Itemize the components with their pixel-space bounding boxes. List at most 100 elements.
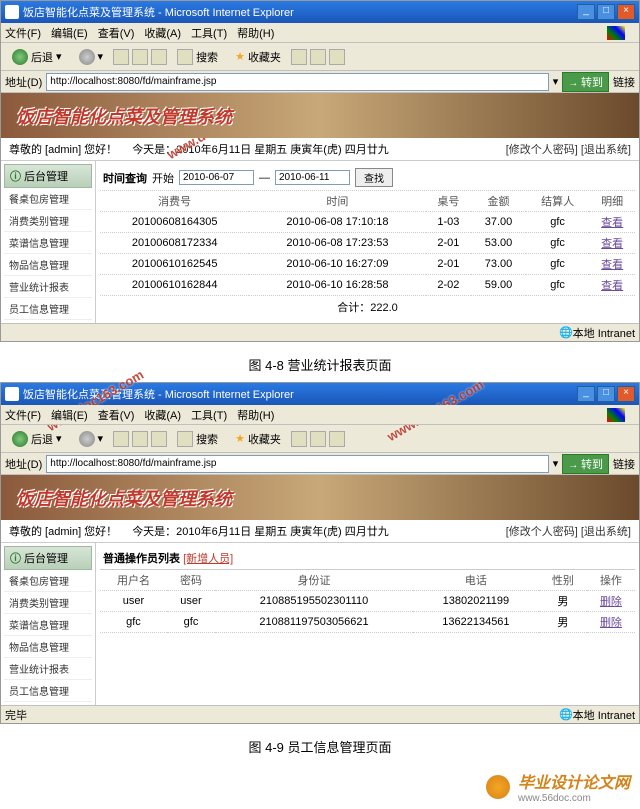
col-table: 桌号 <box>426 191 472 212</box>
date-to-input[interactable] <box>275 170 350 185</box>
search-button[interactable]: 搜索 <box>170 428 225 450</box>
sidebar-item-staff[interactable]: 员工信息管理 <box>4 298 92 320</box>
maximize-button[interactable]: □ <box>597 4 615 20</box>
date-info: 今天是：2010年6月11日 星期五 庚寅年(虎) 四月廿九 <box>117 141 506 157</box>
sidebar-item-goods[interactable]: 物品信息管理 <box>4 636 92 658</box>
forward-icon <box>79 49 95 65</box>
home-icon[interactable] <box>151 49 167 65</box>
menu-view[interactable]: 查看(V) <box>98 25 135 41</box>
sidebar-item-staff[interactable]: 员工信息管理 <box>4 680 92 702</box>
links-label[interactable]: 链接 <box>613 456 635 472</box>
menu-help[interactable]: 帮助(H) <box>237 407 274 423</box>
minimize-button[interactable]: _ <box>577 386 595 402</box>
address-bar: 地址(D) ▾ → 转到 链接 <box>1 71 639 93</box>
banner: 饭店智能化点菜及管理系统 <box>1 93 639 138</box>
sidebar-head: 后台管理 <box>4 164 92 188</box>
col-op: 操作 <box>587 570 635 591</box>
forward-button[interactable]: ▾ <box>72 428 111 450</box>
table-row: useruser21088519550230111013802021199男删除 <box>100 591 635 612</box>
ie-icon <box>5 5 19 19</box>
forward-button[interactable]: ▾ <box>72 46 111 68</box>
sidebar-item-menu[interactable]: 菜谱信息管理 <box>4 614 92 636</box>
detail-link[interactable]: 查看 <box>601 238 623 250</box>
favorites-button[interactable]: ★收藏夹 <box>228 46 288 68</box>
menu-tools[interactable]: 工具(T) <box>191 407 227 423</box>
go-button[interactable]: → 转到 <box>562 454 609 474</box>
table-row: 201006101625452010-06-10 16:27:092-0173.… <box>100 254 635 275</box>
titlebar: 饭店智能化点菜及管理系统 - Microsoft Internet Explor… <box>1 383 639 405</box>
maximize-button[interactable]: □ <box>597 386 615 402</box>
menu-help[interactable]: 帮助(H) <box>237 25 274 41</box>
table-row: 201006081643052010-06-08 17:10:181-0337.… <box>100 212 635 233</box>
close-button[interactable]: × <box>617 4 635 20</box>
history-icon[interactable] <box>291 431 307 447</box>
menubar: 文件(F) 编辑(E) 查看(V) 收藏(A) 工具(T) 帮助(H) <box>1 405 639 425</box>
print-icon[interactable] <box>329 431 345 447</box>
logout-link[interactable]: [退出系统] <box>581 526 631 538</box>
menu-view[interactable]: 查看(V) <box>98 407 135 423</box>
detail-link[interactable]: 查看 <box>601 259 623 271</box>
back-button[interactable]: 后退 ▾ <box>5 428 69 450</box>
minimize-button[interactable]: _ <box>577 4 595 20</box>
menu-file[interactable]: 文件(F) <box>5 407 41 423</box>
sidebar-item-report[interactable]: 营业统计报表 <box>4 658 92 680</box>
content-area: 后台管理 餐桌包房管理 消费类别管理 菜谱信息管理 物品信息管理 营业统计报表 … <box>1 543 639 705</box>
stop-icon[interactable] <box>113 49 129 65</box>
footer-logo-icon <box>486 775 510 799</box>
address-input[interactable] <box>46 455 548 473</box>
close-button[interactable]: × <box>617 386 635 402</box>
refresh-icon[interactable] <box>132 49 148 65</box>
table-row: gfcgfc21088119750305662113622134561男删除 <box>100 612 635 633</box>
screenshot-1: www.doc163.com 饭店智能化点菜及管理系统 - Microsoft … <box>0 0 640 342</box>
mail-icon[interactable] <box>310 431 326 447</box>
history-icon[interactable] <box>291 49 307 65</box>
status-bar: 完毕 🌐 本地 Intranet <box>1 705 639 723</box>
menu-file[interactable]: 文件(F) <box>5 25 41 41</box>
col-user: 用户名 <box>100 570 167 591</box>
sidebar-item-report[interactable]: 营业统计报表 <box>4 276 92 298</box>
stop-icon[interactable] <box>113 431 129 447</box>
favorites-button[interactable]: ★收藏夹 <box>228 428 288 450</box>
sidebar-item-goods[interactable]: 物品信息管理 <box>4 254 92 276</box>
links-label[interactable]: 链接 <box>613 74 635 90</box>
home-icon[interactable] <box>151 431 167 447</box>
logout-link[interactable]: [退出系统] <box>581 144 631 156</box>
toolbar: 后退 ▾ ▾ 搜索 ★收藏夹 <box>1 43 639 71</box>
add-staff-link[interactable]: [新增人员] <box>183 553 233 565</box>
detail-link[interactable]: 查看 <box>601 217 623 229</box>
dropdown-icon[interactable]: ▾ <box>553 457 559 470</box>
go-button[interactable]: → 转到 <box>562 72 609 92</box>
toolbar: 后退 ▾ ▾ 搜索 ★收藏夹 <box>1 425 639 453</box>
zone-icon: 🌐 <box>559 708 573 721</box>
delete-link[interactable]: 删除 <box>600 596 622 608</box>
search-button[interactable]: 搜索 <box>170 46 225 68</box>
back-button[interactable]: 后退 ▾ <box>5 46 69 68</box>
menu-favorites[interactable]: 收藏(A) <box>144 407 181 423</box>
refresh-icon[interactable] <box>132 431 148 447</box>
address-input[interactable] <box>46 73 548 91</box>
start-label: 开始 <box>152 170 174 186</box>
mail-icon[interactable] <box>310 49 326 65</box>
change-pwd-link[interactable]: [修改个人密码] <box>506 526 578 538</box>
address-bar: 地址(D) ▾ → 转到 链接 <box>1 453 639 475</box>
caption-2: 图 4-9 员工信息管理页面 <box>0 729 640 764</box>
sidebar-item-tables[interactable]: 餐桌包房管理 <box>4 570 92 592</box>
menu-tools[interactable]: 工具(T) <box>191 25 227 41</box>
sidebar-item-category[interactable]: 消费类别管理 <box>4 210 92 232</box>
detail-link[interactable]: 查看 <box>601 280 623 292</box>
search-button[interactable]: 查找 <box>355 168 393 187</box>
windows-logo-icon <box>607 408 625 422</box>
menu-edit[interactable]: 编辑(E) <box>51 407 88 423</box>
query-row: 时间查询 开始 — 查找 <box>100 165 635 191</box>
change-pwd-link[interactable]: [修改个人密码] <box>506 144 578 156</box>
sidebar-item-tables[interactable]: 餐桌包房管理 <box>4 188 92 210</box>
sidebar-item-category[interactable]: 消费类别管理 <box>4 592 92 614</box>
banner-title: 饭店智能化点菜及管理系统 <box>16 485 232 511</box>
delete-link[interactable]: 删除 <box>600 617 622 629</box>
menu-edit[interactable]: 编辑(E) <box>51 25 88 41</box>
print-icon[interactable] <box>329 49 345 65</box>
dropdown-icon[interactable]: ▾ <box>553 75 559 88</box>
date-from-input[interactable] <box>179 170 254 185</box>
menu-favorites[interactable]: 收藏(A) <box>144 25 181 41</box>
sidebar-item-menu[interactable]: 菜谱信息管理 <box>4 232 92 254</box>
